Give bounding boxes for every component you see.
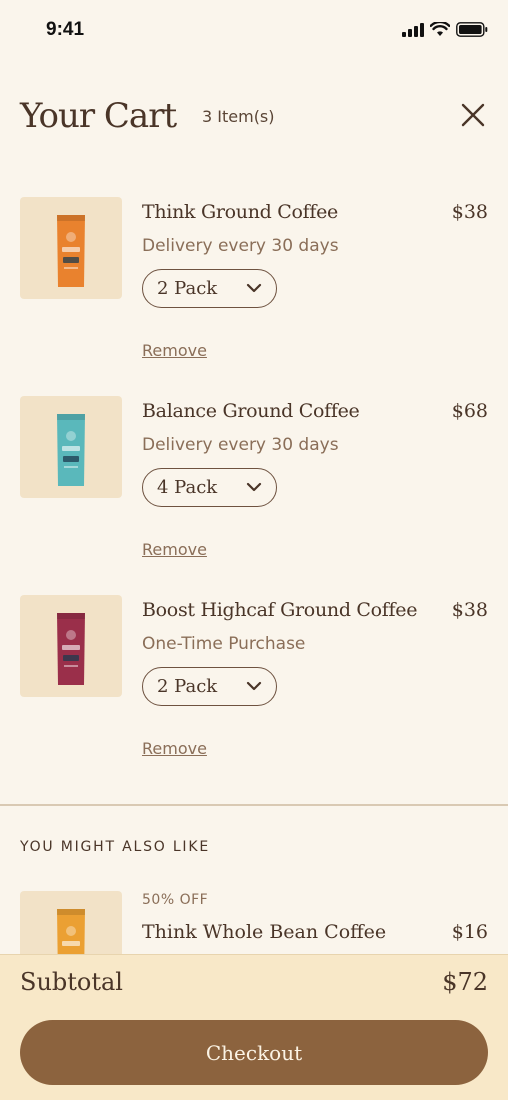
status-bar: 9:41 [0,0,508,60]
product-image[interactable] [20,595,122,697]
product-name[interactable]: Think Ground Coffee [142,201,338,223]
delivery-frequency: Delivery every 30 days [142,236,339,256]
product-name[interactable]: Boost Highcaf Ground Coffee [142,599,417,621]
pack-size-select[interactable]: 4 Pack [142,468,277,507]
product-price: $38 [451,599,488,621]
chevron-down-icon [246,482,262,492]
pack-size-value: 2 Pack [157,278,218,299]
coffee-bag-image [57,613,85,685]
section-divider [0,804,508,806]
checkout-button-label: Checkout [205,1040,303,1065]
page-title: Your Cart [20,96,177,136]
product-price: $16 [451,921,488,943]
close-icon [461,103,485,127]
close-button[interactable] [458,100,488,130]
cart-item: Think Ground Coffee $38 Delivery every 3… [20,197,488,367]
wifi-icon [430,22,450,36]
pack-size-value: 4 Pack [157,477,218,498]
chevron-down-icon [246,283,262,293]
product-image[interactable] [20,197,122,299]
discount-badge: 50% OFF [142,892,209,908]
product-price: $38 [451,201,488,223]
cart-header: Your Cart 3 Item(s) [20,96,488,140]
product-image[interactable] [20,396,122,498]
cart-item: Balance Ground Coffee $68 Delivery every… [20,396,488,566]
delivery-frequency: One-Time Purchase [142,634,306,654]
cellular-signal-icon [402,22,424,37]
remove-button[interactable]: Remove [142,540,207,559]
pack-size-select[interactable]: 2 Pack [142,667,277,706]
pack-size-select[interactable]: 2 Pack [142,269,277,308]
delivery-frequency: Delivery every 30 days [142,435,339,455]
coffee-bag-image [57,909,85,961]
status-time: 9:41 [46,19,85,40]
cart-summary: Subtotal $72 Checkout [0,954,508,1100]
product-image[interactable] [20,891,122,961]
battery-icon [456,22,488,37]
remove-button[interactable]: Remove [142,341,207,360]
item-count: 3 Item(s) [202,107,275,126]
status-icons [402,22,488,37]
recommendations-heading: YOU MIGHT ALSO LIKE [20,839,210,855]
pack-size-value: 2 Pack [157,676,218,697]
checkout-button[interactable]: Checkout [20,1020,488,1085]
product-price: $68 [451,400,488,422]
product-name[interactable]: Think Whole Bean Coffee [142,921,386,943]
subtotal-value: $72 [442,968,488,996]
product-name[interactable]: Balance Ground Coffee [142,400,360,422]
subtotal-label: Subtotal [20,968,123,996]
coffee-bag-image [57,215,85,287]
remove-button[interactable]: Remove [142,739,207,758]
cart-item: Boost Highcaf Ground Coffee $38 One-Time… [20,595,488,765]
coffee-bag-image [57,414,85,486]
chevron-down-icon [246,681,262,691]
recommendation-item[interactable]: 50% OFF Think Whole Bean Coffee $16 [20,891,488,961]
